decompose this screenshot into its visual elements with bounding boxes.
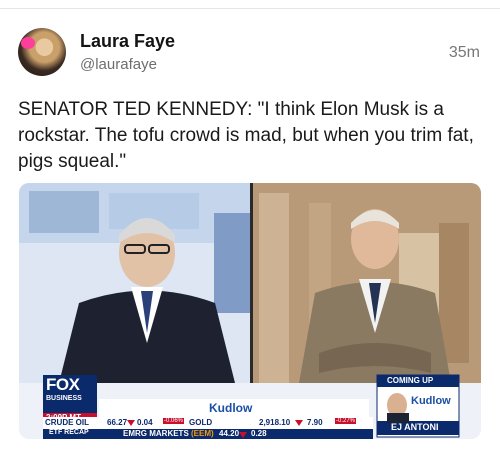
author-handle[interactable]: @laurafaye (80, 56, 157, 73)
ticker-label-gold: GOLD (189, 418, 213, 427)
ticker-symbol-etf: (EEM) (191, 429, 214, 438)
avatar-accent-decoration (21, 37, 35, 49)
coming-up-label: COMING UP (387, 376, 434, 385)
coming-up-show: Kudlow (411, 395, 451, 407)
ticker-change-crude: 0.04 (137, 418, 153, 427)
post-body-text: SENATOR TED KENNEDY: "I think Elon Musk … (18, 99, 474, 172)
ticker-item-etf: EMRG MARKETS (123, 429, 189, 438)
ticker-price-crude: 66.27 (107, 418, 128, 427)
author-avatar[interactable] (18, 28, 66, 76)
coming-up-guest: EJ ANTONI (391, 422, 439, 432)
ticker-pct-gold: -0.27% (335, 418, 357, 424)
post-media-image[interactable]: FOX BUSINESS 2:09P MT Kudlow CRUDE OIL 6… (19, 183, 481, 439)
top-divider (0, 8, 500, 9)
ticker-price-etf: 44.20 (219, 429, 240, 438)
ticker-label-crude: CRUDE OIL (45, 418, 89, 427)
ticker-pct-crude: -0.06% (163, 418, 185, 424)
ticker-price-gold: 2,918.10 (259, 418, 291, 427)
ticker-change-gold: 7.90 (307, 418, 323, 427)
network-sub-label: BUSINESS (46, 395, 82, 402)
ticker-label-etf: ETF RECAP (49, 429, 89, 436)
show-name-label: Kudlow (209, 401, 253, 415)
post-timestamp[interactable]: 35m (449, 44, 480, 62)
author-name[interactable]: Laura Faye (80, 31, 175, 52)
network-logo: FOX (46, 375, 80, 394)
ticker-change-etf: 0.28 (251, 429, 267, 438)
